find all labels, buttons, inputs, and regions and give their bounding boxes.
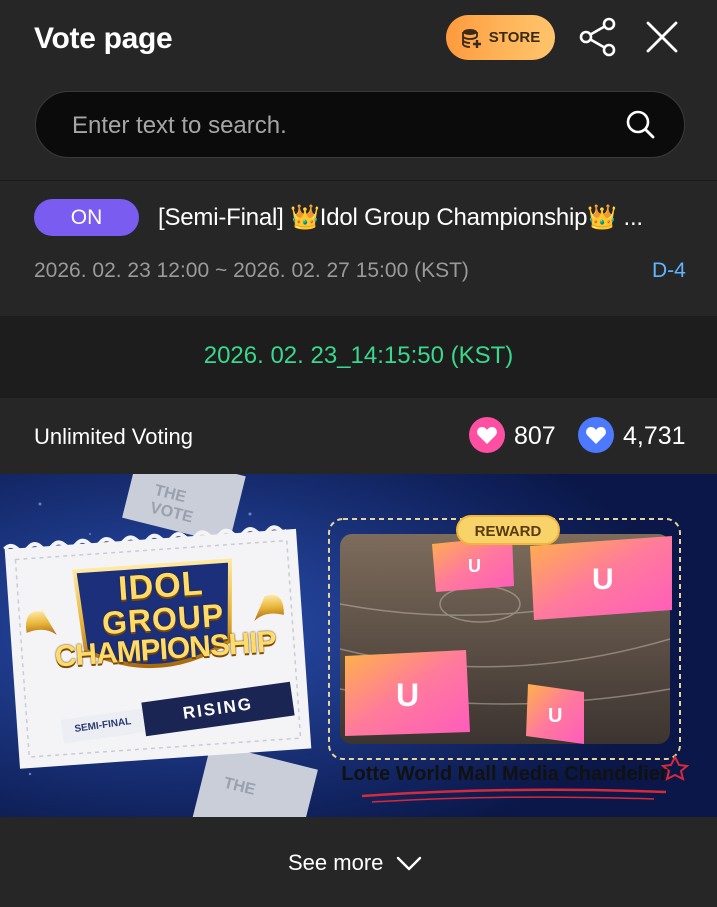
header: Vote page STORE [0,0,717,80]
search-input[interactable] [70,92,614,159]
d-day-badge: D-4 [652,259,686,282]
see-more-button[interactable]: See more [0,817,717,907]
status-badge: ON [34,199,139,236]
chevron-down-icon [396,856,422,871]
search-icon[interactable] [624,108,656,140]
pink-heart-count: 807 [514,422,556,450]
vote-title[interactable]: [Semi-Final] 👑Idol Group Championship👑 .… [158,203,688,232]
store-button[interactable]: STORE [446,15,555,60]
voting-type-label: Unlimited Voting [34,424,193,449]
pink-heart-icon [469,417,505,453]
close-icon[interactable] [643,18,681,56]
store-label: STORE [488,29,541,46]
share-icon[interactable] [577,16,619,58]
reward-caption: Lotte World Mall Media Chandelier [341,763,668,785]
coin-stack-icon [461,28,481,48]
semi-final-label: SEMI-FINAL [73,716,133,735]
search-bar [35,91,685,159]
timestamp-band: 2026. 02. 23_14:15:50 (KST) [0,316,717,398]
blue-heart-count: 4,731 [623,422,686,450]
reward-tag: REWARD [456,515,560,545]
current-timestamp: 2026. 02. 23_14:15:50 (KST) [203,342,514,369]
voting-row: Unlimited Voting 807 4,731 [0,398,717,474]
vote-info-card[interactable]: ON [Semi-Final] 👑Idol Group Championship… [0,180,717,316]
vote-period: 2026. 02. 23 12:00 ~ 2026. 02. 27 15:00 … [34,259,469,282]
see-more-label: See more [288,850,384,875]
blue-heart-icon [578,417,614,453]
rising-label: RISING [181,694,255,723]
championship-logo: IDOL GROUP CHAMPIONSHIP [35,560,291,673]
page-title: Vote page [34,22,173,55]
